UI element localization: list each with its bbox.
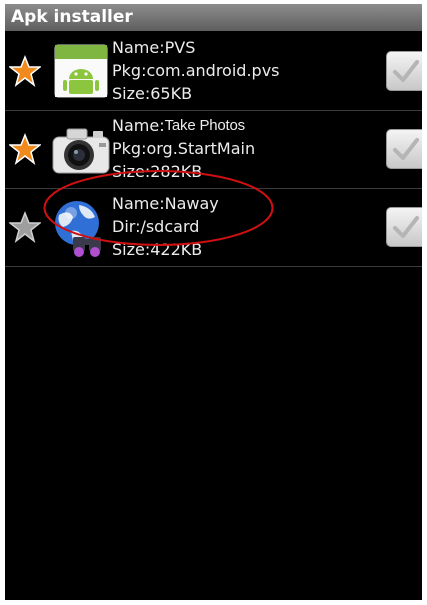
item-package: org.StartMain bbox=[146, 139, 256, 158]
select-checkbox[interactable] bbox=[386, 129, 422, 169]
item-package: com.android.pvs bbox=[146, 61, 280, 80]
check-icon bbox=[393, 138, 419, 160]
item-name: Take Photos bbox=[164, 117, 246, 134]
item-size: 65KB bbox=[150, 84, 193, 103]
star-icon[interactable] bbox=[9, 211, 41, 243]
item-info: Name: PVS Pkg: com.android.pvs Size: 65KB bbox=[112, 36, 377, 105]
select-checkbox[interactable] bbox=[386, 51, 422, 91]
package-line: Pkg: org.StartMain bbox=[112, 139, 256, 158]
size-line: Size: 65KB bbox=[112, 84, 193, 103]
android-app-icon bbox=[54, 44, 108, 98]
select-checkbox[interactable] bbox=[386, 207, 422, 247]
app-title: Apk installer bbox=[5, 4, 422, 31]
app-window: Apk installer Name: PVS Pkg: com.android.p… bbox=[5, 4, 422, 600]
name-line: Name: PVS bbox=[112, 38, 196, 57]
star-icon[interactable] bbox=[9, 55, 41, 87]
item-name: PVS bbox=[164, 38, 196, 57]
package-line: Pkg: com.android.pvs bbox=[112, 61, 280, 80]
check-icon bbox=[393, 60, 419, 82]
highlight-ellipse bbox=[43, 170, 274, 246]
name-line: Name: Take Photos bbox=[112, 116, 246, 135]
list-item-pvs[interactable]: Name: PVS Pkg: com.android.pvs Size: 65KB bbox=[5, 33, 422, 111]
check-icon bbox=[393, 216, 419, 238]
star-icon[interactable] bbox=[9, 133, 41, 165]
